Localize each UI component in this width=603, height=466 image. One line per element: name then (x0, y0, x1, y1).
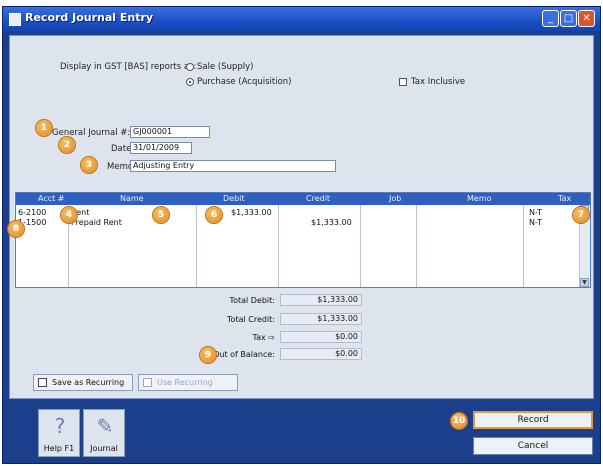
record-journal-entry-window: Record Journal Entry _ □ ✕ Display in GS… (2, 6, 601, 464)
total-debit-value: $1,333.00 (280, 294, 362, 306)
callout-2: 2 (59, 137, 75, 153)
memo-field[interactable]: Adjusting Entry (130, 160, 336, 172)
column-header-tax[interactable]: Tax (558, 194, 571, 203)
column-header-acct[interactable]: Acct # (38, 194, 65, 203)
journal-label: Journal (90, 444, 118, 453)
journal-button[interactable]: ✎ Journal (83, 409, 125, 457)
question-mark-icon: ? (54, 414, 66, 438)
purchase-acquisition-radio[interactable] (186, 78, 194, 86)
total-credit-label: Total Credit: (227, 315, 275, 324)
save-as-recurring-button[interactable]: Save as Recurring (33, 374, 133, 391)
callout-7: 7 (573, 207, 589, 223)
row-1-debit[interactable]: $1,333.00 (231, 208, 272, 217)
window-icon (9, 13, 21, 26)
out-of-balance-value: $0.00 (280, 348, 362, 360)
column-divider (416, 205, 417, 287)
general-journal-number-field[interactable]: GJ000001 (130, 126, 210, 138)
column-header-credit[interactable]: Credit (306, 194, 330, 203)
sale-supply-radio[interactable] (186, 63, 194, 71)
column-divider (360, 205, 361, 287)
tax-label[interactable]: Tax ⇨ (195, 333, 275, 342)
callout-4: 4 (61, 207, 77, 223)
use-recurring-button[interactable]: Use Recurring (138, 374, 238, 391)
column-divider (196, 205, 197, 287)
row-1-acct[interactable]: 6-2100 (18, 208, 46, 217)
record-button[interactable]: Record (473, 411, 593, 429)
use-recurring-icon (143, 378, 152, 387)
save-recurring-icon (38, 378, 47, 387)
total-credit-value: $1,333.00 (280, 313, 362, 325)
cancel-button[interactable]: Cancel (473, 437, 593, 455)
callout-8: 8 (8, 221, 24, 237)
callout-3: 3 (81, 157, 97, 173)
column-divider (523, 205, 524, 287)
sale-supply-label: Sale (Supply) (197, 62, 254, 72)
command-bar: ? Help F1 ✎ Journal Record Cancel (9, 405, 594, 461)
column-divider (278, 205, 279, 287)
callout-5: 5 (153, 207, 169, 223)
use-recurring-label: Use Recurring (157, 378, 213, 387)
journal-lines-grid: Acct # Name Debit Credit Job Memo Tax 6-… (15, 192, 591, 288)
column-header-name[interactable]: Name (120, 194, 144, 203)
column-header-debit[interactable]: Debit (223, 194, 245, 203)
tax-inclusive-label: Tax Inclusive (411, 77, 466, 87)
row-1-tax[interactable]: N-T (529, 208, 542, 217)
minimize-button[interactable]: _ (542, 10, 559, 27)
scroll-down-icon[interactable]: ▼ (580, 278, 589, 287)
purchase-acquisition-label: Purchase (Acquisition) (197, 77, 292, 87)
callout-9: 9 (200, 347, 216, 363)
maximize-button[interactable]: □ (560, 10, 577, 27)
callout-10: 10 (451, 413, 467, 429)
row-2-credit[interactable]: $1,333.00 (311, 218, 352, 227)
gst-report-label: Display in GST [BAS] reports as: (60, 62, 197, 72)
grid-header: Acct # Name Debit Credit Job Memo Tax (16, 193, 590, 205)
callout-1: 1 (36, 120, 52, 136)
row-2-name[interactable]: Prepaid Rent (71, 218, 122, 227)
save-as-recurring-label: Save as Recurring (52, 378, 125, 387)
help-label: Help F1 (43, 444, 75, 453)
callout-6: 6 (206, 207, 222, 223)
title-bar[interactable]: Record Journal Entry _ □ ✕ (3, 7, 600, 31)
total-debit-label: Total Debit: (229, 296, 275, 305)
window-title: Record Journal Entry (25, 11, 154, 24)
tax-value: $0.00 (280, 331, 362, 343)
help-button[interactable]: ? Help F1 (38, 409, 80, 457)
date-field[interactable]: 31/01/2009 (130, 142, 192, 154)
close-button[interactable]: ✕ (578, 10, 595, 27)
column-header-memo[interactable]: Memo (467, 194, 492, 203)
column-header-job[interactable]: Job (389, 194, 401, 203)
journal-book-icon: ✎ (96, 414, 114, 438)
tax-inclusive-checkbox[interactable] (399, 78, 407, 86)
row-2-tax[interactable]: N-T (529, 218, 542, 227)
